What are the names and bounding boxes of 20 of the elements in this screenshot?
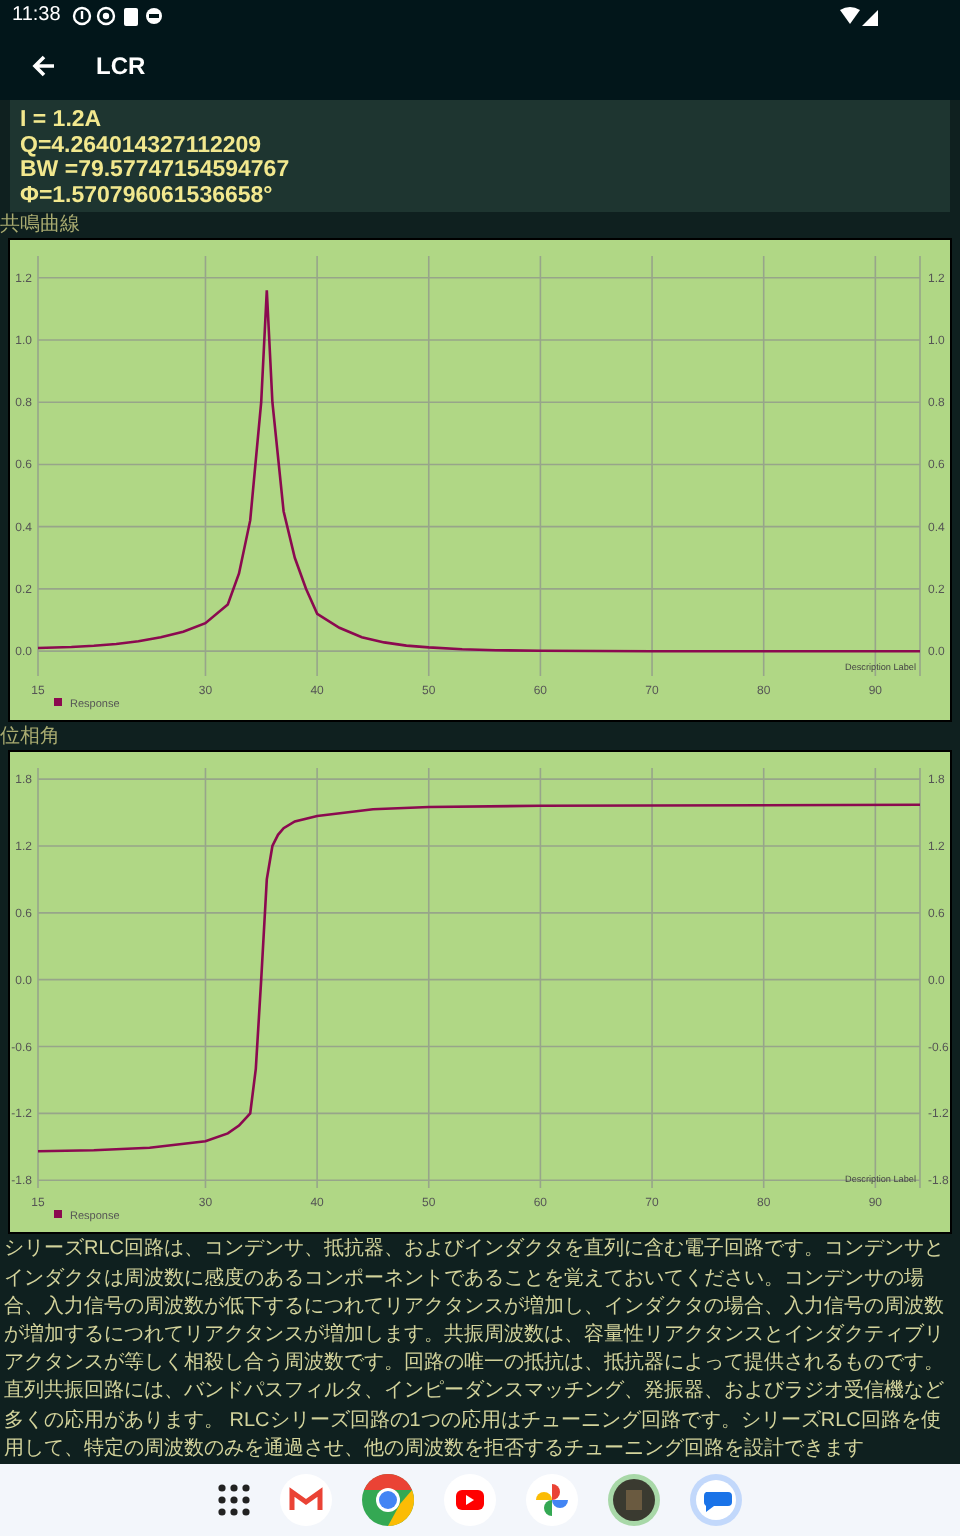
mail-icon[interactable] bbox=[278, 1472, 334, 1528]
app-icon[interactable] bbox=[606, 1472, 662, 1528]
status-time: 11:38 bbox=[12, 4, 61, 27]
apps-grid-icon[interactable] bbox=[216, 1482, 252, 1518]
notification-icons bbox=[72, 5, 165, 26]
result-line: Q=4.264014327112209 bbox=[20, 133, 264, 159]
result-line: Φ=1.570796061536658° bbox=[20, 183, 275, 209]
description-paragraph: シリーズRLC回路は、コンデンサ、抵抗器、およびインダクタを直列に含む電子回路です。コンデンサとインダクタは周波数に感度のあるコンポーネントであることを覚えておいてください。コンデンサの場合、入力信号の周波数が低下するにつれてリアクタンスが増加し、インダクタの場合、入力信号の周波数が増加するにつれてリアクタンスが増加します。共振周波数は、容量性リアクタンスとインダクティブリアクタンスが等しく相殺し合う周波数です。回路の唯一の抵抗は、抵抗器によって提供されるものです。 bbox=[4, 1236, 947, 1379]
play-icon[interactable] bbox=[442, 1472, 498, 1528]
chat-icon[interactable] bbox=[688, 1472, 744, 1528]
chart-title: 位相角 bbox=[0, 726, 62, 749]
result-line: I = 1.2A bbox=[20, 108, 104, 134]
result-line: BW =79.57747154594767 bbox=[20, 158, 292, 184]
description-paragraph: 直列共振回路には、バンドパスフィルタ、インピーダンスマッチング、発振器、およびラジオ受信機など多くの応用があります。 RLCシリーズ回路の1つの応用はチューニング回路です。シリーズRLC回路を使用して、特定の周波数のみを通過させ、他の周波数を拒否するチューニング回路を設計できます bbox=[4, 1378, 946, 1464]
chart-title: 共鳴曲線 bbox=[0, 214, 82, 237]
pinwheel-icon[interactable] bbox=[524, 1472, 580, 1528]
back-arrow-icon[interactable] bbox=[32, 53, 56, 78]
browser-icon[interactable] bbox=[360, 1472, 416, 1528]
wifi-signal-icons bbox=[840, 5, 880, 26]
app-title: LCR bbox=[96, 51, 146, 80]
